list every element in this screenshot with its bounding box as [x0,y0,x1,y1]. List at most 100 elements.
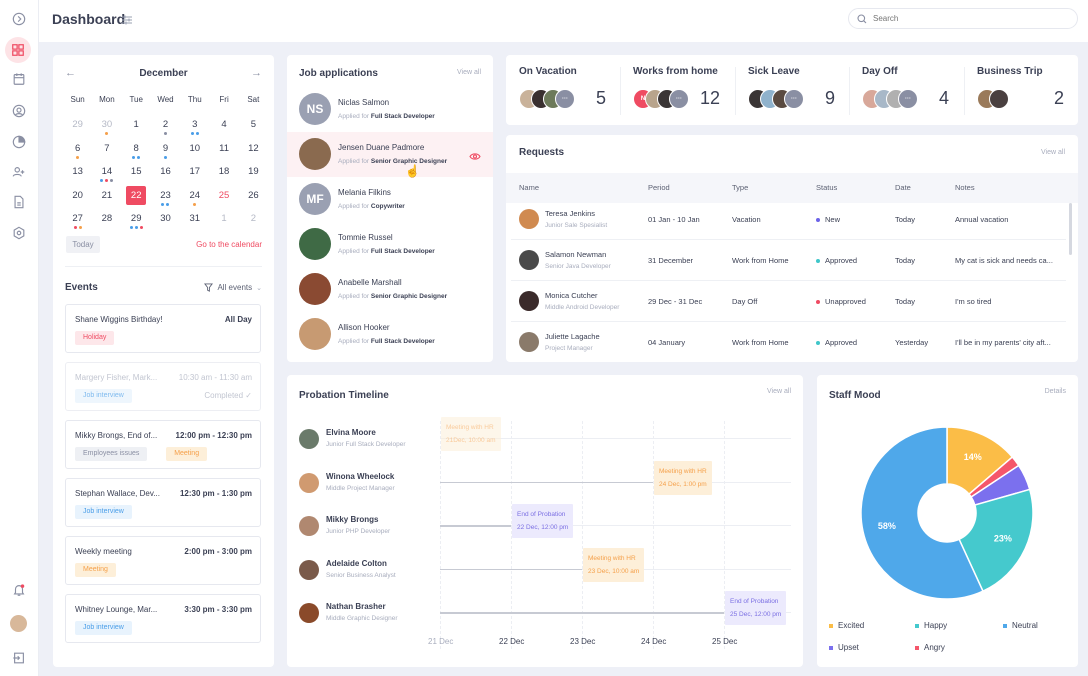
calendar-day[interactable]: 20 [63,190,92,214]
event-item[interactable]: Shane Wiggins Birthday! All Day Holiday [65,304,261,353]
legend-label: Upset [838,643,859,652]
sidebar-item-calendar[interactable] [7,67,31,91]
calendar-day[interactable]: 30 [151,213,180,237]
event-item[interactable]: Margery Fisher, Mark... 10:30 am - 11:30 … [65,362,261,411]
calendar-day[interactable]: 14 [92,166,121,190]
job-application-item[interactable]: Tommie Russel Applied for Full Stack Deve… [287,222,493,267]
staff-mood-details-link[interactable]: Details [1045,388,1066,395]
legend-item[interactable]: Happy [915,621,947,630]
calendar-day[interactable]: 25 [209,190,238,214]
job-applications-title: Job applications [299,68,378,79]
calendar-day[interactable]: 27 [63,213,92,237]
expand-sidebar-icon[interactable] [7,7,31,31]
sidebar-item-dashboard[interactable] [5,37,31,63]
timeline-event[interactable]: Meeting with HR 24 Dec, 1:00 pm [654,460,712,495]
timeline-date-label: 22 Dec [499,637,525,646]
more-members-icon[interactable]: ··· [784,89,804,109]
sidebar-item-documents[interactable] [7,190,31,214]
calendar-day[interactable]: 31 [180,213,209,237]
requests-scrollbar[interactable] [1069,203,1072,255]
timeline-gridline [653,421,654,649]
status-works-from-home[interactable]: Works from home N ··· 12 [620,55,734,125]
sidebar-item-add-employee[interactable] [7,160,31,184]
job-application-item[interactable]: NS Niclas Salmon Applied for Full Stack De… [287,87,493,132]
table-row[interactable]: Teresa Jenkins Junior Sale Spesialist 01 J… [511,199,1066,240]
calendar-day[interactable]: 6 [63,143,92,167]
requests-view-all[interactable]: View all [1041,149,1065,156]
calendar-day[interactable]: 24 [180,190,209,214]
calendar-day[interactable]: 1 [209,213,238,237]
more-members-icon[interactable]: ··· [898,89,918,109]
status-sick-leave[interactable]: Sick Leave ··· 9 [735,55,849,125]
timeline-event[interactable]: End of Probation 25 Dec, 12:00 pm [725,591,787,625]
sidebar-item-settings[interactable] [7,221,31,245]
calendar-day[interactable]: 18 [209,166,238,190]
legend-item[interactable]: Neutral [1003,621,1038,630]
today-button[interactable]: Today [66,236,100,253]
calendar-day[interactable]: 13 [63,166,92,190]
go-to-calendar-link[interactable]: Go to the calendar [196,240,262,249]
calendar-day[interactable]: 11 [209,143,238,167]
requests-card: Requests View all Name Period Type Status Da… [506,135,1078,362]
notification-bell-icon[interactable] [7,578,31,602]
event-item[interactable]: Whitney Lounge, Mar... 3:30 pm - 3:30 pm J… [65,594,261,643]
table-row[interactable]: Juliette Lagache Project Manager 04 Januar… [511,322,1066,362]
table-row[interactable]: Monica Cutcher Middle Android Developer 29… [511,281,1066,322]
calendar-day[interactable]: 16 [151,166,180,190]
calendar-day[interactable]: 23 [151,190,180,214]
calendar-day[interactable]: 28 [92,213,121,237]
legend-item[interactable]: Upset [829,643,859,652]
calendar-day[interactable]: 22 [122,185,151,214]
calendar-day[interactable]: 1 [122,119,151,143]
next-month-button[interactable]: → [251,67,262,79]
calendar-day[interactable]: 2 [239,213,268,237]
calendar-day[interactable]: 30 [92,119,121,143]
timeline-event[interactable]: Meeting with HR 23 Dec, 10:00 am [583,547,645,582]
view-eye-icon[interactable] [469,148,481,166]
logout-icon[interactable] [7,646,31,670]
legend-item[interactable]: Excited [829,621,864,630]
calendar-day[interactable]: 2 [151,119,180,143]
user-avatar[interactable] [10,615,27,632]
calendar-day[interactable]: 21 [92,190,121,214]
applied-for-label: Applied for [338,158,370,165]
calendar-day[interactable]: 5 [239,119,268,143]
calendar-day[interactable]: 19 [239,166,268,190]
person-avatar [299,603,319,623]
job-application-item[interactable]: Allison Hooker Applied for Full Stack Dev… [287,312,493,357]
event-item[interactable]: Stephan Wallace, Dev... 12:30 pm - 1:30 p… [65,478,261,527]
timeline-event[interactable]: Meeting with HR 21Dec, 10:00 am [441,417,501,451]
calendar-day[interactable]: 12 [239,143,268,167]
search-input[interactable] [873,14,1053,23]
event-item[interactable]: Mikky Brongs, End of... 12:00 pm - 12:30 … [65,420,261,469]
sidebar-item-reports[interactable] [7,130,31,154]
job-application-item[interactable]: MF Melania Filkins Applied for Copywriter [287,177,493,222]
job-applications-view-all[interactable]: View all [457,69,481,76]
sidebar-item-profile[interactable] [7,99,31,123]
legend-item[interactable]: Angry [915,643,945,652]
status-day-off[interactable]: Day Off ··· 4 [849,55,963,125]
job-application-item[interactable]: Anabelle Marshall Applied for Senior Grap… [287,267,493,312]
more-members-icon[interactable]: ··· [555,89,575,109]
calendar-day[interactable]: 29 [122,213,151,237]
status-business-trip[interactable]: Business Trip 2 [964,55,1078,125]
search-box[interactable] [848,8,1078,29]
calendar-day[interactable]: 8 [122,143,151,167]
calendar-day[interactable]: 7 [92,143,121,167]
timeline-event[interactable]: End of Probation 22 Dec, 12:00 pm [512,504,574,538]
customize-icon[interactable] [121,13,133,31]
calendar-day[interactable]: 26 [239,190,268,214]
event-item[interactable]: Weekly meeting 2:00 pm - 3:00 pm Meeting [65,536,261,585]
events-filter-dropdown[interactable]: All events ⌄ [204,283,262,292]
more-members-icon[interactable]: ··· [669,89,689,109]
calendar-day[interactable]: 4 [209,119,238,143]
job-application-item[interactable]: Jensen Duane Padmore Applied for Senior G… [287,132,493,178]
status-on-vacation[interactable]: On Vacation ··· 5 [506,55,620,125]
calendar-day[interactable]: 10 [180,143,209,167]
calendar-day[interactable]: 17 [180,166,209,190]
calendar-day[interactable]: 3 [180,119,209,143]
calendar-day[interactable]: 29 [63,119,92,143]
table-row[interactable]: Salamon Newman Senior Java Developer 31 De… [511,240,1066,281]
calendar-day[interactable]: 9 [151,143,180,167]
probation-view-all[interactable]: View all [767,388,791,395]
